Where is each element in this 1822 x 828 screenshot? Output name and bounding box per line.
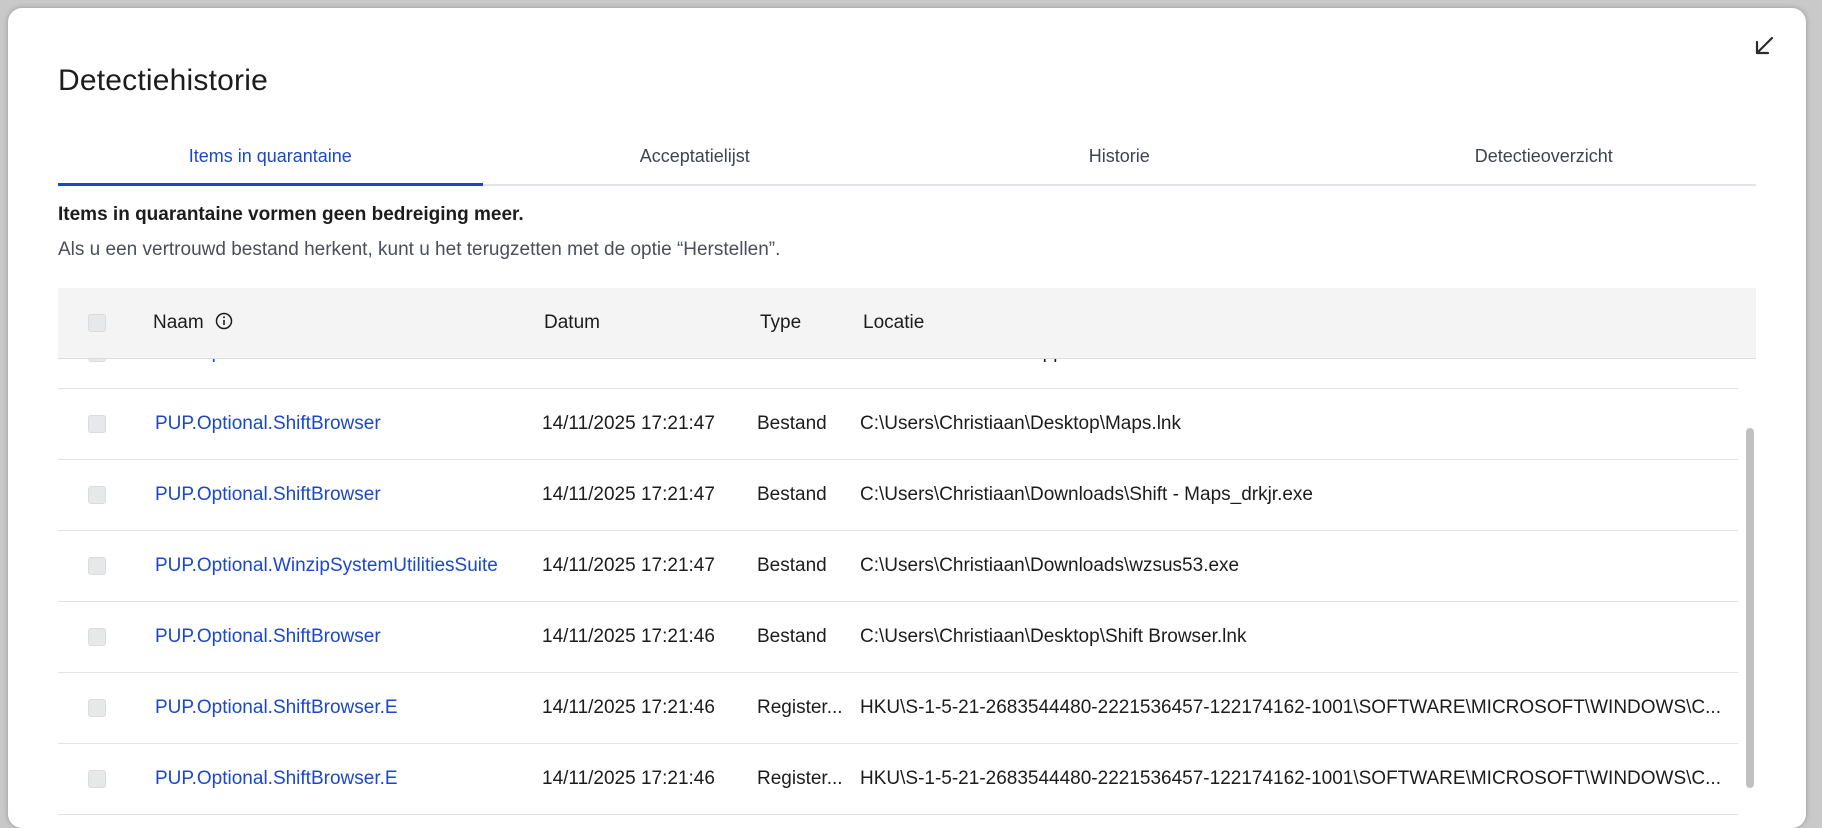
table-row[interactable]: PUP.Optional.ShiftBrowser 14/11/2025 17:…: [58, 602, 1738, 673]
detection-location: C:\Users\Christiaan\Desktop\Shift Browse…: [860, 626, 1247, 647]
detection-location: HKU\S-1-5-21-2683544480-2221536457-12217…: [860, 697, 1721, 718]
collapse-button[interactable]: [1748, 30, 1780, 62]
detection-date: 14/11/2025 17:21:47: [542, 484, 715, 505]
table-header: Naam Datum Type Locatie: [58, 288, 1756, 359]
info-description: Als u een vertrouwd bestand herkent, kun…: [58, 239, 781, 260]
info-heading: Items in quarantaine vormen geen bedreig…: [58, 204, 524, 225]
detection-location: HKU\S-1-5-21-2683544480-2221536457-12217…: [860, 768, 1721, 789]
row-checkbox[interactable]: [88, 486, 106, 504]
detection-date: 14/11/2025 17:21:46: [542, 697, 715, 718]
detection-type: Bestand: [757, 555, 827, 576]
row-checkbox[interactable]: [88, 699, 106, 717]
row-checkbox[interactable]: [88, 770, 106, 788]
table-row[interactable]: PUP.Optional.ShiftBrowser 14/11/2025 17:…: [58, 389, 1738, 460]
detection-date: 14/11/2025 17:21:47: [542, 413, 715, 434]
header-location[interactable]: Locatie: [863, 288, 924, 358]
tab-allow-list[interactable]: Acceptatielijst: [483, 132, 908, 184]
detection-date: 14/11/2025 17:21:47: [542, 555, 715, 576]
detection-name-link[interactable]: PUP.Optional.ShiftBrowser.E: [155, 744, 525, 814]
table-row[interactable]: PUP.Optional.WinzipSystemUtilitiesSuite …: [58, 531, 1738, 602]
row-checkbox[interactable]: [88, 415, 106, 433]
detection-name-link[interactable]: PUP.Optional.ShiftBrowser: [155, 602, 525, 672]
quarantine-table: Naam Datum Type Locatie PUP.Optional.Shi…: [58, 288, 1756, 828]
tab-detection-overview[interactable]: Detectieoverzicht: [1332, 132, 1757, 184]
table-scrollbar[interactable]: [1744, 358, 1756, 828]
detection-type: Bestand: [757, 413, 827, 434]
tab-quarantine[interactable]: Items in quarantaine: [58, 132, 483, 186]
header-date[interactable]: Datum: [544, 288, 600, 358]
detection-location: C:\Users\Christiaan\Downloads\wzsus53.ex…: [860, 555, 1240, 576]
arrow-down-left-icon: [1755, 36, 1774, 55]
tab-bar: Items in quarantaine Acceptatielijst His…: [58, 132, 1756, 186]
detection-date: 14/11/2025 17:21:46: [542, 768, 715, 789]
detection-type: Bestand: [757, 484, 827, 505]
table-body: PUP.Optional.ShiftBrowser 14/11/2025 17:…: [58, 318, 1738, 815]
detection-date: 14/11/2025 17:21:46: [542, 626, 715, 647]
table-row[interactable]: PUP.Optional.ShiftBrowser 14/11/2025 17:…: [58, 460, 1738, 531]
header-name[interactable]: Naam: [153, 288, 233, 358]
detection-type: Bestand: [757, 626, 827, 647]
row-checkbox[interactable]: [88, 628, 106, 646]
detection-name-link[interactable]: PUP.Optional.ShiftBrowser.E: [155, 673, 525, 743]
detection-name-link[interactable]: PUP.Optional.WinzipSystemUtilitiesSuite: [155, 531, 525, 601]
detection-location: C:\Users\Christiaan\Desktop\Maps.lnk: [860, 413, 1181, 434]
info-circle-icon[interactable]: [215, 312, 233, 330]
page-title: Detectiehistorie: [58, 64, 268, 97]
detection-type: Register...: [757, 697, 843, 718]
select-all-checkbox[interactable]: [88, 314, 106, 332]
table-row[interactable]: PUP.Optional.ShiftBrowser.E 14/11/2025 1…: [58, 744, 1738, 815]
detection-name-link[interactable]: PUP.Optional.ShiftBrowser: [155, 460, 525, 530]
table-row[interactable]: PUP.Optional.ShiftBrowser.E 14/11/2025 1…: [58, 673, 1738, 744]
detection-history-dialog: Detectiehistorie Items in quarantaine Ac…: [8, 8, 1806, 828]
detection-location: C:\Users\Christiaan\Downloads\Shift - Ma…: [860, 484, 1314, 505]
detection-name-link[interactable]: PUP.Optional.ShiftBrowser: [155, 389, 525, 459]
tab-history[interactable]: Historie: [907, 132, 1332, 184]
scrollbar-thumb[interactable]: [1746, 428, 1754, 788]
row-checkbox[interactable]: [88, 557, 106, 575]
header-type[interactable]: Type: [760, 288, 801, 358]
detection-type: Register...: [757, 768, 843, 789]
header-name-label: Naam: [153, 312, 204, 333]
